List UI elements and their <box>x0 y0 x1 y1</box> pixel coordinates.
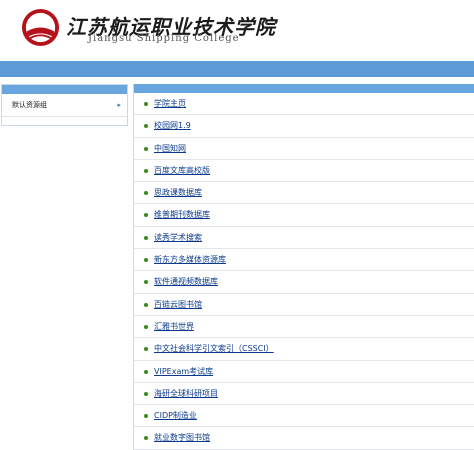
resource-group-sidebar: 默认资源组 ▸ <box>1 84 128 126</box>
list-item: 软件通视频数据库 <box>134 271 474 294</box>
bullet-icon <box>144 324 148 329</box>
database-link[interactable]: 维普期刊数据库 <box>154 204 210 226</box>
bullet-icon <box>144 302 148 307</box>
list-item: 新东方多媒体资源库 <box>134 249 474 272</box>
database-panel: 学院主页 校园网1.9 中国知网 百度文库高校版 思政课数据库 维普期刊数据库 读秀学术搜索… <box>133 84 474 450</box>
list-item: CIDP制造业 <box>134 405 474 428</box>
top-nav-bar <box>0 61 474 77</box>
list-item: 维普期刊数据库 <box>134 204 474 227</box>
bullet-icon <box>144 414 148 419</box>
database-link[interactable]: 学院主页 <box>154 93 186 115</box>
chevron-right-icon: ▸ <box>117 101 121 109</box>
bullet-icon <box>144 124 148 129</box>
database-link[interactable]: 中国知网 <box>154 138 186 160</box>
database-link[interactable]: 软件通视频数据库 <box>154 271 218 293</box>
database-link[interactable]: 校园网1.9 <box>154 115 191 137</box>
panel-header-bar <box>134 84 474 93</box>
list-item: 汇雅书世界 <box>134 316 474 339</box>
database-link[interactable]: 思政课数据库 <box>154 182 202 204</box>
bullet-icon <box>144 258 148 263</box>
list-item: 中文社会科学引文索引（CSSCI） <box>134 338 474 361</box>
bullet-icon <box>144 146 148 151</box>
list-item: 就业数字图书馆 <box>134 427 474 450</box>
database-link[interactable]: 百度文库高校版 <box>154 160 210 182</box>
database-link[interactable]: 海研全球科研项目 <box>154 383 218 405</box>
database-link[interactable]: 汇雅书世界 <box>154 316 194 338</box>
list-item: 读秀学术搜索 <box>134 227 474 250</box>
bullet-icon <box>144 369 148 374</box>
database-link[interactable]: CIDP制造业 <box>154 405 197 427</box>
database-link[interactable]: VIPExam考试库 <box>154 361 213 383</box>
sidebar-item-label: 默认资源组 <box>12 101 47 109</box>
bullet-icon <box>144 213 148 218</box>
list-item: 百链云图书馆 <box>134 294 474 316</box>
bullet-icon <box>144 235 148 240</box>
list-item: 海研全球科研项目 <box>134 383 474 406</box>
site-header: 江苏航运职业技术学院 Jiangsu Shipping College <box>0 0 474 60</box>
list-item: 中国知网 <box>134 138 474 160</box>
database-link[interactable]: 读秀学术搜索 <box>154 227 202 249</box>
bullet-icon <box>144 347 148 352</box>
sidebar-item-default-group[interactable]: 默认资源组 ▸ <box>2 94 127 117</box>
bullet-icon <box>144 280 148 285</box>
list-item: VIPExam考试库 <box>134 361 474 383</box>
bullet-icon <box>144 191 148 196</box>
database-link[interactable]: 中文社会科学引文索引（CSSCI） <box>154 338 274 360</box>
bullet-icon <box>144 391 148 396</box>
database-link[interactable]: 就业数字图书馆 <box>154 427 210 449</box>
bullet-icon <box>144 102 148 106</box>
bullet-icon <box>144 168 148 173</box>
list-item: 百度文库高校版 <box>134 160 474 183</box>
database-link[interactable]: 新东方多媒体资源库 <box>154 249 226 271</box>
database-link[interactable]: 百链云图书馆 <box>154 294 202 316</box>
list-item: 校园网1.9 <box>134 115 474 138</box>
bullet-icon <box>144 436 148 441</box>
list-item: 思政课数据库 <box>134 182 474 205</box>
sidebar-header-bar <box>2 85 127 94</box>
college-emblem-icon <box>21 8 60 47</box>
college-name-en: Jiangsu Shipping College <box>88 33 240 44</box>
database-list: 学院主页 校园网1.9 中国知网 百度文库高校版 思政课数据库 维普期刊数据库 读秀学术搜索… <box>134 93 474 450</box>
list-item: 学院主页 <box>134 93 474 116</box>
